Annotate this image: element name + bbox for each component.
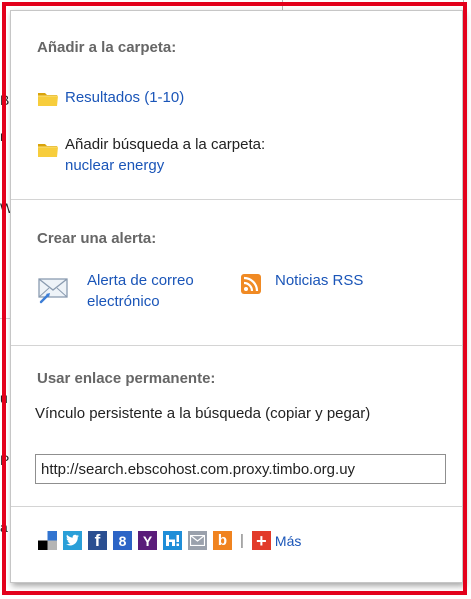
background-text-fragment: a (0, 519, 8, 535)
email-alert-link[interactable]: Alerta de correo electrónico (87, 270, 237, 312)
hatena-icon[interactable] (163, 531, 182, 550)
more-share-link[interactable]: Más (275, 533, 301, 549)
section-divider (11, 345, 462, 346)
permalink-description-block: Vínculo persistente a la búsqueda (copia… (11, 403, 462, 424)
email-alert-label-line1[interactable]: Alerta de correo (87, 270, 237, 291)
share-bar: f 8 Y b | + Más (38, 531, 301, 550)
folder-icon (38, 144, 58, 157)
permalink-url-field[interactable] (35, 454, 446, 484)
delicious-icon[interactable] (38, 531, 57, 550)
rss-feed-link[interactable]: Noticias RSS (275, 270, 363, 291)
background-text-fragment: P (0, 452, 10, 468)
background-text-fragment: r (0, 128, 5, 144)
alert-section: Crear una alerta: (11, 230, 462, 247)
add-results-row[interactable]: Resultados (1-10) (37, 89, 184, 108)
permalink-section-heading: Usar enlace permanente: (37, 370, 216, 387)
email-alert-icon[interactable] (37, 276, 77, 304)
folder-section: Añadir a la carpeta: (11, 39, 462, 56)
section-divider (11, 199, 462, 200)
alert-options-row: Alerta de correo electrónico Noticias RS… (37, 270, 363, 312)
share-popup: Añadir a la carpeta: Resultados (1-10) A… (10, 10, 463, 583)
background-text-fragment: u (0, 390, 8, 406)
alert-section-heading: Crear una alerta: (37, 230, 157, 247)
share-separator: | (240, 532, 244, 549)
more-plus-icon[interactable]: + (251, 531, 271, 550)
background-text-fragment: B (0, 92, 10, 108)
google-plus-icon[interactable]: 8 (113, 531, 132, 550)
add-search-label: Añadir búsqueda a la carpeta: (65, 136, 266, 153)
add-results-link[interactable]: Resultados (1-10) (65, 89, 184, 106)
yahoo-icon[interactable]: Y (138, 531, 157, 550)
permalink-section: Usar enlace permanente: (11, 370, 462, 387)
permalink-description: Vínculo persistente a la búsqueda (copia… (35, 405, 371, 422)
email-alert-label-line2[interactable]: electrónico (87, 291, 237, 312)
add-search-row: Añadir búsqueda a la carpeta: nuclear en… (37, 135, 265, 177)
blogger-icon[interactable]: b (213, 531, 232, 550)
add-search-term-link[interactable]: nuclear energy (65, 155, 265, 177)
section-divider (11, 506, 462, 507)
twitter-icon[interactable] (63, 531, 82, 550)
add-search-text: Añadir búsqueda a la carpeta: nuclear en… (65, 135, 265, 177)
rss-icon[interactable] (241, 274, 261, 294)
folder-icon (38, 93, 58, 106)
email-icon[interactable] (188, 531, 207, 550)
folder-section-heading: Añadir a la carpeta: (37, 39, 177, 56)
screen: B r W u P a Añadir a la carpeta: Resulta… (0, 0, 471, 599)
background-text-fragment: W (0, 200, 10, 216)
facebook-icon[interactable]: f (88, 531, 107, 550)
